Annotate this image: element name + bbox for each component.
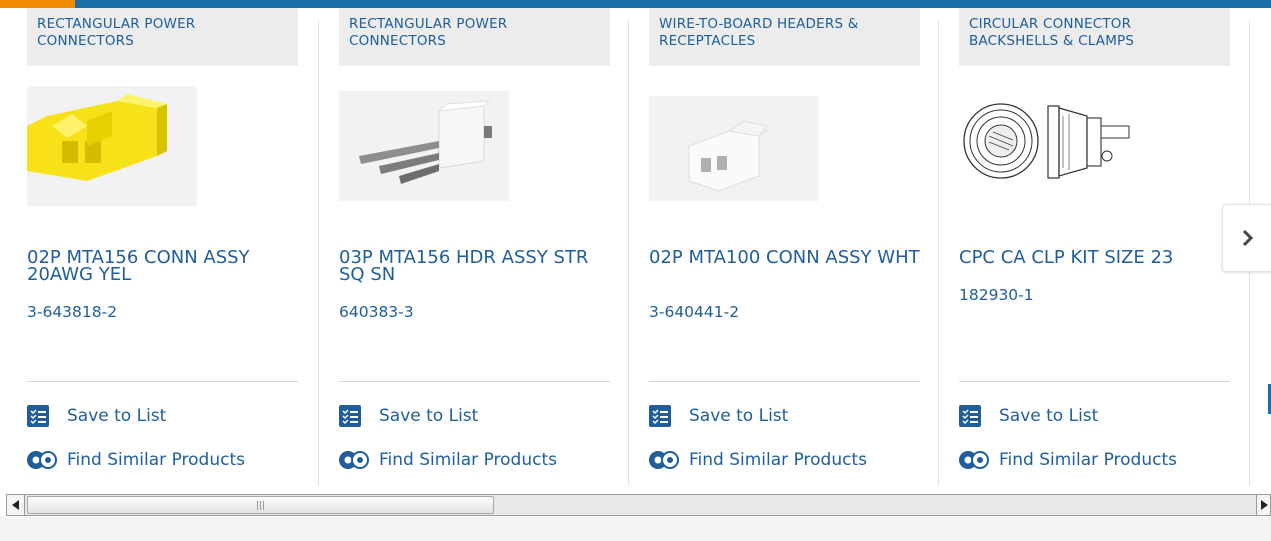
card-divider	[938, 20, 939, 486]
product-title[interactable]: 02P MTA100 CONN ASSY WHT	[649, 249, 920, 267]
find-similar-label: Find Similar Products	[999, 450, 1177, 470]
product-title[interactable]: 02P MTA156 CONN ASSY 20AWG YEL	[27, 249, 298, 284]
card-divider	[318, 20, 319, 486]
save-to-list-label: Save to List	[999, 406, 1099, 426]
product-category[interactable]: WIRE-TO-BOARD HEADERS & RECEPTACLES	[649, 8, 920, 66]
product-image[interactable]	[649, 86, 920, 211]
card-divider	[628, 20, 629, 486]
product-title[interactable]: 03P MTA156 HDR ASSY STR SQ SN	[339, 249, 610, 284]
checklist-icon	[27, 405, 49, 427]
part-number[interactable]: 640383-3	[339, 303, 610, 321]
product-image[interactable]	[27, 86, 298, 211]
chevron-right-icon	[1242, 229, 1254, 247]
find-similar-label: Find Similar Products	[689, 450, 867, 470]
scroll-left-arrow-icon	[11, 500, 19, 510]
part-number[interactable]: 182930-1	[959, 286, 1230, 304]
scrollbar-thumb[interactable]	[27, 496, 494, 514]
save-to-list-button[interactable]: Save to List	[27, 404, 298, 428]
divider	[959, 381, 1230, 382]
gears-icon	[959, 451, 989, 469]
gears-icon	[339, 451, 369, 469]
save-to-list-button[interactable]: Save to List	[959, 404, 1230, 428]
product-image[interactable]	[339, 86, 610, 211]
find-similar-button[interactable]: Find Similar Products	[649, 448, 920, 472]
product-category[interactable]: CIRCULAR CONNECTOR BACKSHELLS & CLAMPS	[959, 8, 1230, 66]
scrollbar-grip	[257, 501, 265, 510]
product-card: RECTANGULAR POWER CONNECTORS 02P MTA156 …	[27, 8, 298, 486]
gears-icon	[649, 451, 679, 469]
carousel-next-button[interactable]	[1222, 204, 1271, 272]
product-carousel: RECTANGULAR POWER CONNECTORS 02P MTA156 …	[0, 8, 1271, 486]
find-similar-label: Find Similar Products	[379, 450, 557, 470]
top-accent-bar	[0, 0, 1271, 8]
product-image[interactable]	[959, 86, 1230, 211]
find-similar-label: Find Similar Products	[67, 450, 245, 470]
product-category[interactable]: RECTANGULAR POWER CONNECTORS	[27, 8, 298, 66]
find-similar-button[interactable]: Find Similar Products	[339, 448, 610, 472]
part-number[interactable]: 3-643818-2	[27, 303, 298, 321]
find-similar-button[interactable]: Find Similar Products	[27, 448, 298, 472]
gears-icon	[27, 451, 57, 469]
checklist-icon	[339, 405, 361, 427]
product-category[interactable]: RECTANGULAR POWER CONNECTORS	[339, 8, 610, 66]
save-to-list-label: Save to List	[379, 406, 479, 426]
product-title[interactable]: CPC CA CLP KIT SIZE 23	[959, 249, 1230, 267]
scroll-right-button[interactable]	[1256, 495, 1270, 515]
product-card: WIRE-TO-BOARD HEADERS & RECEPTACLES 02P …	[649, 8, 920, 486]
save-to-list-button[interactable]: Save to List	[339, 404, 610, 428]
scroll-left-button[interactable]	[7, 495, 25, 515]
active-indicator	[0, 0, 75, 8]
part-number[interactable]: 3-640441-2	[649, 303, 920, 321]
scroll-right-arrow-icon	[1260, 500, 1268, 510]
checklist-icon	[959, 405, 981, 427]
find-similar-button[interactable]: Find Similar Products	[959, 448, 1230, 472]
save-to-list-label: Save to List	[689, 406, 789, 426]
checklist-icon	[649, 405, 671, 427]
product-card: RECTANGULAR POWER CONNECTORS 03P MTA156 …	[339, 8, 610, 486]
product-card: CIRCULAR CONNECTOR BACKSHELLS & CLAMPS C…	[959, 8, 1230, 486]
save-to-list-button[interactable]: Save to List	[649, 404, 920, 428]
divider	[339, 381, 610, 382]
page-bottom-area	[0, 517, 1271, 541]
save-to-list-label: Save to List	[67, 406, 167, 426]
divider	[649, 381, 920, 382]
horizontal-scrollbar[interactable]	[6, 494, 1271, 516]
divider	[27, 381, 298, 382]
